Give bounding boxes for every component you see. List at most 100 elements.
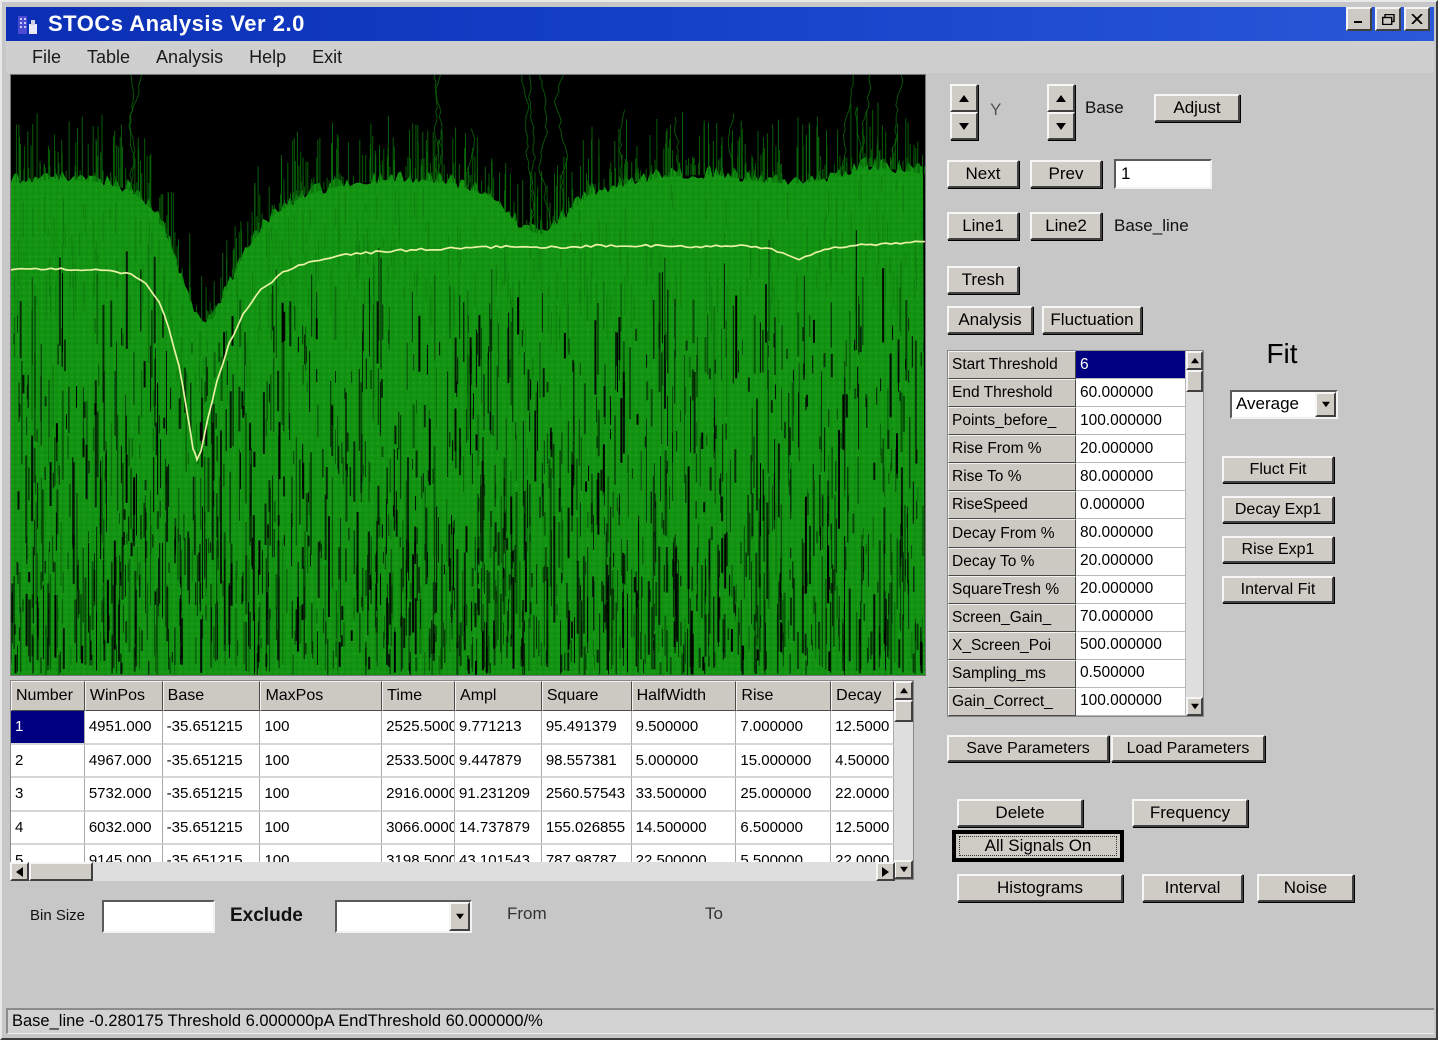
- fit-method-dropdown[interactable]: Average: [1230, 390, 1338, 419]
- cell[interactable]: 98.557381: [541, 744, 632, 778]
- param-label[interactable]: Sampling_ms: [948, 659, 1076, 688]
- param-label[interactable]: Rise From %: [948, 435, 1076, 464]
- title-bar[interactable]: STOCs Analysis Ver 2.0: [6, 7, 1434, 41]
- param-value[interactable]: 80.000000: [1076, 519, 1186, 548]
- cell[interactable]: 2: [11, 744, 85, 778]
- cell[interactable]: 5.500000: [736, 845, 832, 862]
- noise-button[interactable]: Noise: [1257, 874, 1354, 902]
- menu-help[interactable]: Help: [249, 47, 286, 68]
- cell[interactable]: 3: [11, 778, 85, 812]
- param-label[interactable]: X_Screen_Poi: [948, 631, 1076, 660]
- cell[interactable]: 33.500000: [631, 778, 737, 812]
- cell-selected[interactable]: 1: [11, 711, 85, 745]
- adjust-button[interactable]: Adjust: [1154, 94, 1240, 122]
- save-parameters-button[interactable]: Save Parameters: [947, 735, 1109, 762]
- param-value[interactable]: 60.000000: [1076, 379, 1186, 408]
- column-header[interactable]: Number: [11, 681, 85, 711]
- cell[interactable]: 2560.57543: [541, 778, 632, 812]
- line2-button[interactable]: Line2: [1030, 212, 1102, 240]
- index-input[interactable]: 1: [1114, 159, 1212, 189]
- tresh-button[interactable]: Tresh: [947, 266, 1019, 294]
- cell[interactable]: 95.491379: [541, 711, 632, 745]
- table-row-clipped[interactable]: 5 9145.000 -35.651215 100 3198.50000 43.…: [11, 845, 895, 862]
- cell[interactable]: -35.651215: [162, 778, 261, 812]
- fluctuation-button[interactable]: Fluctuation: [1042, 306, 1142, 334]
- table-vertical-scrollbar[interactable]: [894, 681, 913, 879]
- param-label[interactable]: Rise To %: [948, 463, 1076, 492]
- delete-button[interactable]: Delete: [957, 799, 1083, 827]
- cell[interactable]: 100: [260, 744, 383, 778]
- cell[interactable]: 14.737879: [455, 811, 542, 845]
- prev-button[interactable]: Prev: [1030, 160, 1102, 188]
- table-row[interactable]: 2 4967.000 -35.651215 100 2533.50000 9.4…: [11, 744, 895, 778]
- param-label[interactable]: Start Threshold: [948, 351, 1076, 380]
- menu-exit[interactable]: Exit: [312, 47, 342, 68]
- param-label[interactable]: Screen_Gain_: [948, 603, 1076, 632]
- column-header[interactable]: Base: [162, 681, 261, 711]
- cell[interactable]: 12.5000: [831, 811, 895, 845]
- cell[interactable]: 9145.000: [84, 845, 163, 862]
- param-value[interactable]: 20.000000: [1076, 575, 1186, 604]
- cell[interactable]: 4951.000: [84, 711, 163, 745]
- cell[interactable]: 15.000000: [736, 744, 832, 778]
- column-header[interactable]: Rise: [736, 681, 832, 711]
- decay-exp1-button[interactable]: Decay Exp1: [1222, 496, 1334, 523]
- next-button[interactable]: Next: [947, 160, 1019, 188]
- param-value-selected[interactable]: 6: [1076, 351, 1186, 380]
- param-label[interactable]: RiseSpeed: [948, 491, 1076, 520]
- dropdown-button[interactable]: [1315, 392, 1336, 417]
- param-label[interactable]: End Threshold: [948, 379, 1076, 408]
- histograms-button[interactable]: Histograms: [957, 874, 1123, 902]
- cell[interactable]: 100: [260, 845, 383, 862]
- cell[interactable]: 9.771213: [455, 711, 542, 745]
- cell[interactable]: 4967.000: [84, 744, 163, 778]
- rise-exp1-button[interactable]: Rise Exp1: [1222, 536, 1334, 563]
- table-horizontal-scrollbar[interactable]: [10, 862, 895, 881]
- interval-fit-button[interactable]: Interval Fit: [1222, 576, 1334, 603]
- column-header[interactable]: Ampl: [455, 681, 542, 711]
- base-spin-down-button[interactable]: [1047, 112, 1075, 140]
- parameters-scrollbar[interactable]: [1186, 351, 1203, 716]
- line1-button[interactable]: Line1: [947, 212, 1019, 240]
- menu-analysis[interactable]: Analysis: [156, 47, 223, 68]
- cell[interactable]: -35.651215: [162, 845, 261, 862]
- cell[interactable]: 100: [260, 811, 383, 845]
- cell[interactable]: 6.500000: [736, 811, 832, 845]
- cell[interactable]: 14.500000: [631, 811, 737, 845]
- fluct-fit-button[interactable]: Fluct Fit: [1222, 456, 1334, 483]
- cell[interactable]: 3066.00000: [382, 811, 456, 845]
- cell[interactable]: 9.500000: [631, 711, 737, 745]
- param-value[interactable]: 0.000000: [1076, 491, 1186, 520]
- column-header[interactable]: Decay: [831, 681, 895, 711]
- scroll-up-button[interactable]: [1186, 351, 1203, 370]
- cell[interactable]: 5732.000: [84, 778, 163, 812]
- column-header[interactable]: WinPos: [84, 681, 163, 711]
- column-header[interactable]: Time: [382, 681, 456, 711]
- close-button[interactable]: [1404, 7, 1430, 31]
- scroll-down-button[interactable]: [1186, 697, 1203, 716]
- scroll-thumb[interactable]: [29, 862, 93, 881]
- y-spin-down-button[interactable]: [950, 112, 978, 140]
- cell[interactable]: 43.101543: [455, 845, 542, 862]
- cell[interactable]: 9.447879: [455, 744, 542, 778]
- cell[interactable]: 7.000000: [736, 711, 832, 745]
- y-spin-up-button[interactable]: [950, 84, 978, 112]
- menu-file[interactable]: File: [32, 47, 61, 68]
- all-signals-on-button[interactable]: All Signals On: [952, 830, 1124, 862]
- dropdown-button[interactable]: [449, 902, 470, 931]
- param-value[interactable]: 100.000000: [1076, 687, 1186, 717]
- scroll-thumb[interactable]: [1186, 370, 1203, 392]
- param-label[interactable]: Decay To %: [948, 547, 1076, 576]
- cell[interactable]: 2533.50000: [382, 744, 456, 778]
- column-header[interactable]: HalfWidth: [631, 681, 737, 711]
- cell[interactable]: 91.231209: [455, 778, 542, 812]
- cell[interactable]: 3198.50000: [382, 845, 456, 862]
- cell[interactable]: 12.5000: [831, 711, 895, 745]
- scroll-thumb[interactable]: [894, 700, 913, 722]
- signal-plot[interactable]: [10, 74, 926, 676]
- cell[interactable]: 4: [11, 811, 85, 845]
- cell[interactable]: 5.000000: [631, 744, 737, 778]
- param-label[interactable]: Points_before_: [948, 407, 1076, 436]
- interval-button[interactable]: Interval: [1142, 874, 1243, 902]
- cell[interactable]: 155.026855: [541, 811, 632, 845]
